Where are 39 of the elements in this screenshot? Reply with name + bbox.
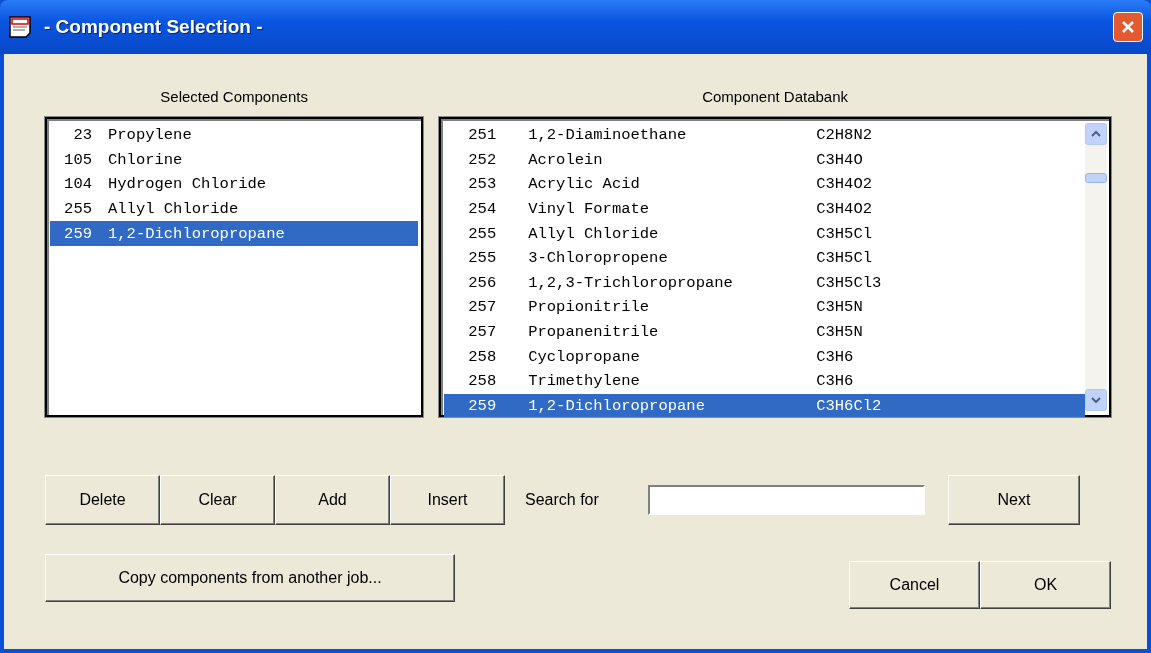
toolbar-button[interactable]: Insert [390, 475, 505, 525]
window-title: - Component Selection - [44, 16, 263, 38]
search-label: Search for [525, 491, 600, 509]
list-item[interactable]: 257 Propanenitrile C3H5N [444, 319, 1085, 345]
list-item[interactable]: 255 Allyl Chloride C3H5Cl [444, 221, 1085, 246]
next-button[interactable]: Next [948, 475, 1080, 525]
scroll-bar[interactable] [1085, 123, 1107, 411]
list-item[interactable]: 259 1,2-Dichloropropane [50, 221, 419, 246]
copy-components-button[interactable]: Copy components from another job... [45, 554, 455, 602]
search-field[interactable] [648, 485, 925, 515]
scroll-up-button[interactable] [1085, 123, 1107, 145]
document-icon [8, 15, 32, 39]
close-icon [1120, 19, 1136, 35]
scroll-down-button[interactable] [1085, 389, 1107, 411]
dialog-button[interactable]: Cancel [849, 561, 980, 609]
list-heading: Selected Components [160, 88, 308, 105]
list-item[interactable]: 255 Allyl Chloride [50, 196, 419, 222]
list-item[interactable]: 255 3-Chloropropene C3H5Cl [444, 245, 1085, 271]
dialog-button[interactable]: OK [980, 561, 1111, 609]
caret-up-icon [1091, 130, 1101, 138]
list-item[interactable]: 254 Vinyl Formate C3H4O2 [444, 196, 1085, 222]
list-item[interactable]: 251 1,2-Diaminoethane C2H8N2 [444, 123, 1085, 148]
close-button[interactable] [1113, 12, 1143, 42]
caret-down-icon [1091, 396, 1101, 404]
list-item[interactable]: 258 Cyclopropane C3H6 [444, 344, 1085, 369]
toolbar-button[interactable]: Add [275, 475, 390, 525]
list-item[interactable]: 256 1,2,3-Trichloropropane C3H5Cl3 [444, 270, 1085, 296]
list-item[interactable]: 105 Chlorine [50, 147, 419, 173]
toolbar-button[interactable]: Clear [160, 475, 275, 525]
list-item[interactable]: 259 1,2-Dichloropropane C3H6Cl2 [444, 393, 1085, 419]
list-item[interactable]: 23 Propylene [50, 123, 419, 148]
list-heading: Component Databank [702, 88, 849, 105]
list-item[interactable]: 252 Acrolein C3H4O [444, 147, 1085, 173]
toolbar-button[interactable]: Delete [45, 475, 160, 525]
scroll-thumb[interactable] [1085, 173, 1107, 183]
list-item[interactable]: 104 Hydrogen Chloride [50, 172, 419, 197]
list-item[interactable]: 257 Propionitrile C3H5N [444, 295, 1085, 320]
list-item[interactable]: 253 Acrylic Acid C3H4O2 [444, 172, 1085, 197]
list-item[interactable]: 258 Trimethylene C3H6 [444, 368, 1085, 394]
